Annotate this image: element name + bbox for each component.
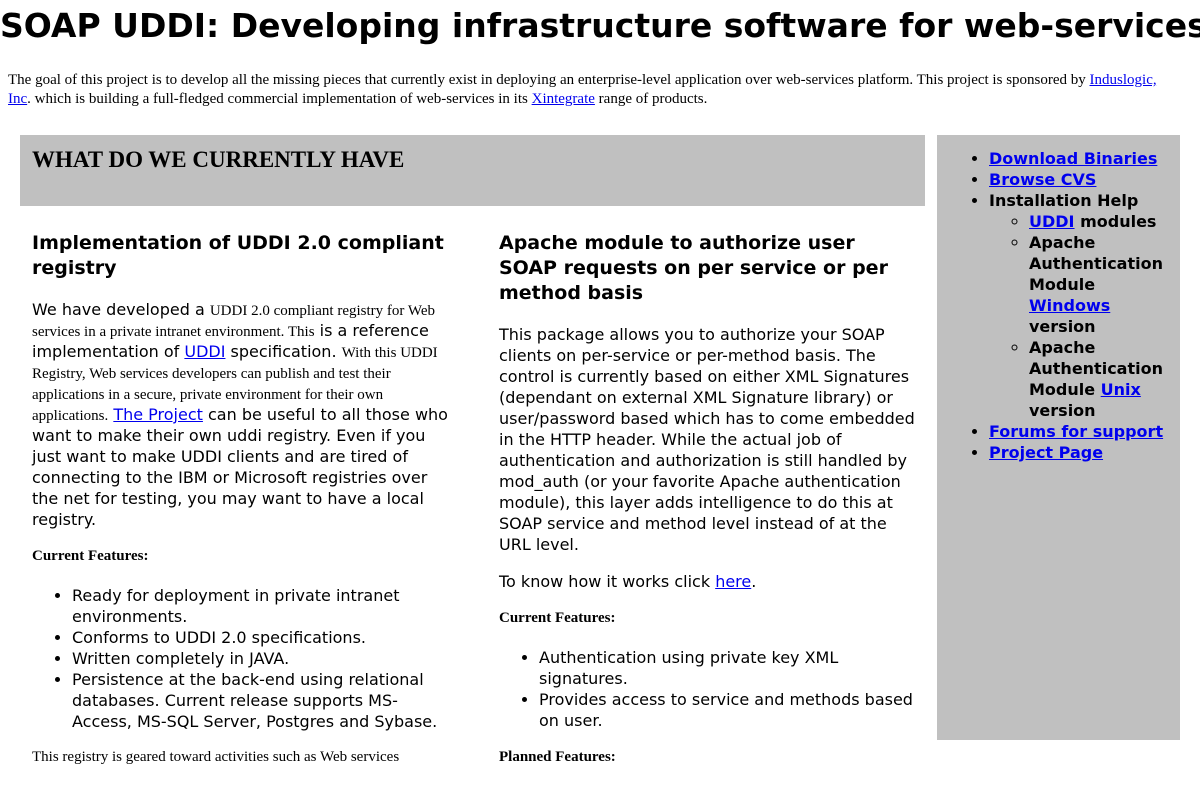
the-project-link[interactable]: The Project [113,405,203,424]
how-it-works-text: To know how it works click [499,572,716,591]
intro-text-3: range of products. [594,90,708,107]
list-item: Provides access to service and methods b… [539,689,919,731]
list-item: Conforms to UDDI 2.0 specifications. [72,627,457,648]
uddi-current-features-heading: Current Features: [32,548,149,564]
uddi-trailing-text: This registry is geared toward activitie… [32,749,400,765]
uddi-registry-heading: Implementation of UDDI 2.0 compliant reg… [32,232,444,279]
apache-features-list: Authentication using private key XML sig… [499,647,919,731]
installation-help-list: UDDI modules Apache Authentication Modul… [989,211,1177,421]
forums-support-link[interactable]: Forums for support [989,422,1163,441]
install-item-uddi: UDDI modules [1029,211,1177,232]
install-item-unix: Apache Authentication Module Unix versio… [1029,337,1177,421]
uddi-registry-description: We have developed a UDDI 2.0 compliant r… [32,299,457,530]
apache-planned-features-heading: Planned Features: [499,749,616,765]
sidebar-item-project: Project Page [989,442,1177,463]
list-item: Ready for deployment in private intranet… [72,585,457,627]
how-it-works: To know how it works click here. [499,571,919,592]
uddi-modules-link[interactable]: UDDI [1029,212,1075,231]
desc-part: We have developed a [32,300,210,319]
sidebar-item-forums: Forums for support [989,421,1177,442]
apache-module-column: Apache module to authorize user SOAP req… [499,231,919,786]
apache-windows-label: Apache Authentication Module [1029,233,1163,294]
list-item: Written completely in JAVA. [72,648,457,669]
sidebar-item-download: Download Binaries [989,148,1177,169]
windows-version-suffix: version [1029,317,1096,336]
windows-version-link[interactable]: Windows [1029,296,1110,315]
section-banner-heading: WHAT DO WE CURRENTLY HAVE [32,147,405,172]
uddi-modules-suffix: modules [1074,212,1157,231]
list-item: Authentication using private key XML sig… [539,647,919,689]
how-it-works-period: . [751,572,757,591]
here-link[interactable]: here [715,572,751,591]
unix-version-link[interactable]: Unix [1101,380,1141,399]
sidebar: Download Binaries Browse CVS Installatio… [937,135,1180,740]
install-item-windows: Apache Authentication Module Windows ver… [1029,232,1177,337]
uddi-features-list: Ready for deployment in private intranet… [32,585,457,732]
uddi-registry-column: Implementation of UDDI 2.0 compliant reg… [32,231,457,782]
xintegrate-link[interactable]: Xintegrate [532,91,595,107]
apache-module-description: This package allows you to authorize you… [499,325,915,554]
uddi-spec-link[interactable]: UDDI [184,342,225,361]
apache-module-heading: Apache module to authorize user SOAP req… [499,232,888,304]
apache-current-features-heading: Current Features: [499,610,616,626]
page-title: SOAP UDDI: Developing infrastructure sof… [0,6,1200,45]
browse-cvs-link[interactable]: Browse CVS [989,170,1096,189]
sidebar-links: Download Binaries Browse CVS Installatio… [989,148,1177,463]
list-item: Persistence at the back-end using relati… [72,669,457,732]
section-banner: WHAT DO WE CURRENTLY HAVE [20,135,925,206]
download-binaries-link[interactable]: Download Binaries [989,149,1157,168]
intro-text-2: . which is building a full-fledged comme… [27,90,532,107]
sidebar-item-install: Installation Help UDDI modules Apache Au… [989,190,1177,421]
project-page-link[interactable]: Project Page [989,443,1103,462]
sidebar-item-browse: Browse CVS [989,169,1177,190]
intro-paragraph: The goal of this project is to develop a… [8,71,1183,108]
unix-version-suffix: version [1029,401,1096,420]
intro-text-1: The goal of this project is to develop a… [8,72,1090,88]
installation-help-label: Installation Help [989,191,1139,210]
apache-unix-label: Apache Authentication Module [1029,338,1163,399]
desc-part: specification. [225,342,342,361]
